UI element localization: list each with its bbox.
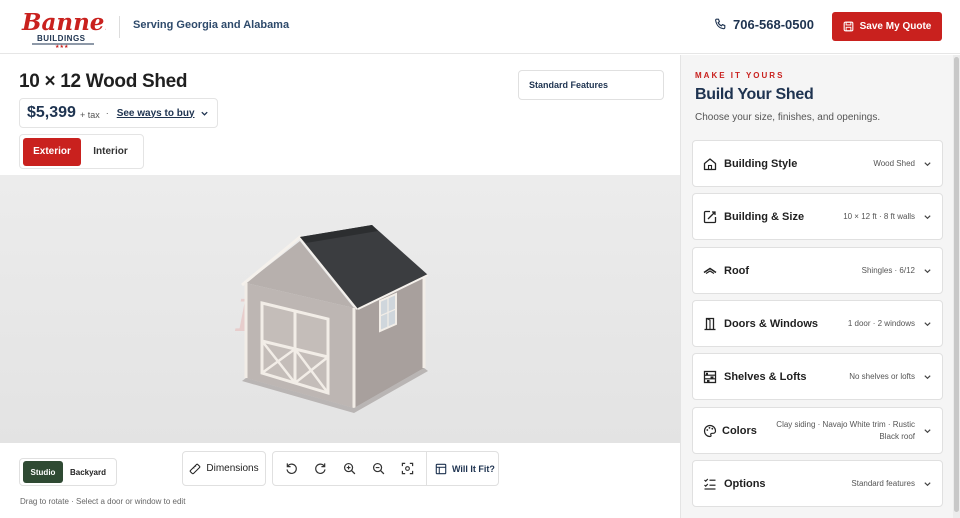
checklist-icon [704, 478, 716, 490]
header-divider [119, 16, 120, 38]
chevron-down-icon [200, 111, 208, 116]
panel-scrollbar[interactable] [953, 55, 960, 518]
dimensions-button[interactable]: Dimensions [182, 451, 266, 486]
studio-button[interactable]: Studio [23, 461, 63, 483]
build-panel: MAKE IT YOURS Build Your Shed Choose you… [680, 55, 953, 518]
banner-buildings-logo[interactable]: Banner BUILDINGS ★★★ [20, 6, 106, 48]
rotate-left-icon [286, 463, 297, 475]
tab-interior[interactable]: Interior [81, 138, 140, 166]
will-it-fit-label: Will It Fit? [452, 463, 495, 474]
roof-icon [703, 267, 717, 274]
house-icon [703, 157, 717, 170]
panel-title: Build Your Shed [695, 86, 814, 103]
layout-icon [435, 463, 447, 474]
option-roof[interactable]: Roof Shingles · 6/12 [692, 247, 943, 294]
save-icon [843, 21, 854, 32]
option-options[interactable]: Options Standard features [692, 460, 943, 507]
ways-to-buy-link[interactable]: See ways to buy [117, 108, 195, 119]
panel-subtitle: Choose your size, finishes, and openings… [695, 112, 881, 123]
option-building-style[interactable]: Building Style Wood Shed [692, 140, 943, 187]
service-area-text: Serving Georgia and Alabama [133, 19, 290, 31]
option-value: 10 × 12 ft · 8 ft walls [843, 211, 915, 221]
viewer-toolbar: Will It Fit? [272, 451, 499, 486]
rotate-left-button[interactable] [277, 452, 306, 485]
standard-features-button[interactable]: Standard Features [518, 70, 664, 100]
option-label: Roof [724, 264, 750, 277]
zoom-in-icon [343, 462, 356, 475]
palette-icon [703, 424, 717, 437]
option-value: Shingles · 6/12 [861, 265, 915, 275]
configurator-viewer: 10 × 12 Wood Shed $5,399 + tax · See way… [0, 55, 680, 518]
chevron-down-icon [924, 214, 931, 219]
shelves-icon [703, 370, 717, 383]
door-icon [704, 317, 716, 330]
price-separator: · [105, 108, 109, 118]
view-tabs: Exterior Interior [19, 134, 144, 169]
site-header: Banner BUILDINGS ★★★ Serving Georgia and… [0, 0, 960, 54]
panel-eyebrow: MAKE IT YOURS [695, 71, 785, 80]
option-label: Building Style [724, 157, 798, 170]
chevron-down-icon [924, 481, 931, 486]
option-value: 1 door · 2 windows [847, 318, 915, 328]
tab-exterior[interactable]: Exterior [23, 137, 82, 166]
option-value: Clay siding · Navajo White trim · Rustic… [776, 419, 915, 441]
chevron-down-icon [924, 321, 931, 326]
fit-view-button[interactable] [393, 452, 422, 485]
rotate-right-icon [315, 463, 326, 475]
viewer-hint: Drag to rotate · Select a door or window… [20, 497, 186, 506]
scrollbar-thumb[interactable] [954, 57, 959, 512]
tax-label: + tax [79, 109, 100, 120]
save-quote-button[interactable]: Save My Quote [832, 12, 942, 41]
svg-text:★★★: ★★★ [55, 44, 69, 48]
product-title: 10 × 12 Wood Shed [19, 71, 188, 92]
zoom-out-icon [372, 462, 385, 475]
svg-text:BUILDINGS: BUILDINGS [37, 34, 86, 43]
zoom-in-button[interactable] [335, 452, 364, 485]
option-building-size[interactable]: Building & Size 10 × 12 ft · 8 ft walls [692, 193, 943, 240]
zoom-out-button[interactable] [364, 452, 393, 485]
option-label: Colors [722, 424, 757, 437]
option-label: Options [724, 477, 766, 490]
rotate-right-button[interactable] [306, 452, 335, 485]
svg-text:Banner: Banner [21, 9, 106, 36]
save-quote-label: Save My Quote [859, 21, 932, 32]
option-label: Shelves & Lofts [724, 370, 807, 383]
price-box: $5,399 + tax · See ways to buy [19, 98, 218, 128]
chevron-down-icon [924, 374, 931, 379]
option-label: Building & Size [724, 210, 805, 223]
chevron-down-icon [924, 428, 931, 433]
phone-icon [715, 18, 726, 30]
phone-link[interactable]: 706-568-0500 [714, 17, 814, 32]
phone-number: 706-568-0500 [733, 17, 814, 32]
dimensions-label: Dimensions [206, 463, 259, 474]
option-colors[interactable]: Colors Clay siding · Navajo White trim ·… [692, 407, 943, 454]
chevron-down-icon [924, 161, 931, 166]
option-value: Wood Shed [873, 158, 915, 168]
resize-icon [703, 210, 717, 223]
option-label: Doors & Windows [724, 317, 819, 330]
shed-3d-model[interactable]: Banner BUILDINGS [228, 223, 458, 413]
chevron-down-icon [924, 268, 931, 273]
environment-toggle: Studio Backyard [19, 458, 117, 486]
option-value: Standard features [851, 478, 915, 488]
option-doors-windows[interactable]: Doors & Windows 1 door · 2 windows [692, 300, 943, 347]
backyard-button[interactable]: Backyard [63, 461, 113, 483]
option-value: No shelves or lofts [849, 371, 915, 381]
price-value: $5,399 [27, 104, 76, 121]
option-shelves-lofts[interactable]: Shelves & Lofts No shelves or lofts [692, 353, 943, 400]
fit-view-icon [401, 462, 414, 475]
will-it-fit-button[interactable]: Will It Fit? [427, 463, 495, 475]
ruler-icon [190, 463, 201, 474]
